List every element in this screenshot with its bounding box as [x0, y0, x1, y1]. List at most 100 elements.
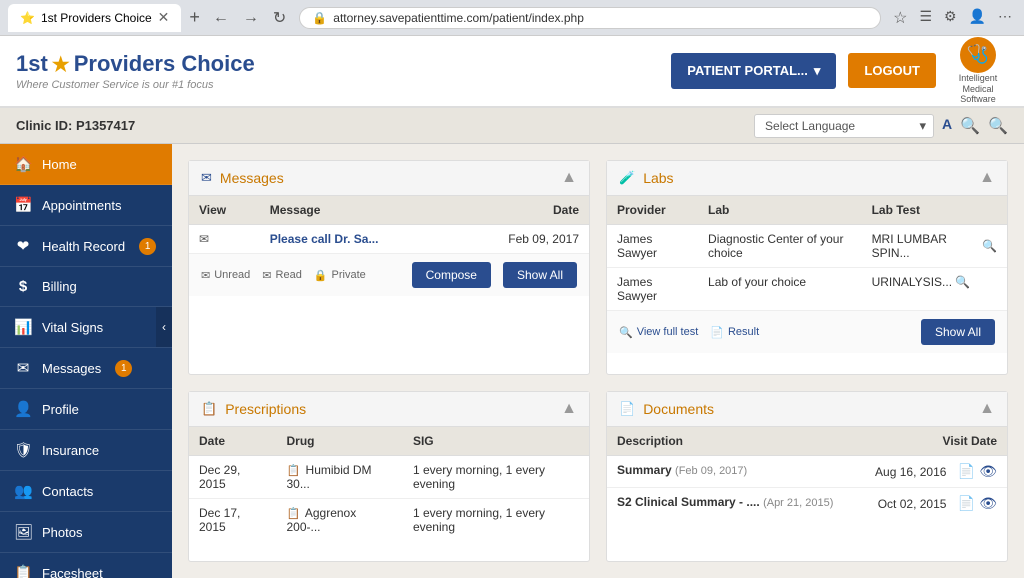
labs-show-all-button[interactable]: Show All: [921, 319, 995, 345]
result-icon: 📄: [710, 326, 724, 339]
more-icon[interactable]: ⋯: [994, 6, 1016, 30]
clinic-bar-right: Select Language English Spanish French A…: [754, 114, 1008, 138]
lock-icon: 🔒: [314, 269, 328, 282]
sidebar-item-health-record[interactable]: ❤ Health Record 1: [0, 226, 172, 267]
sidebar-appointments-label: Appointments: [42, 198, 122, 213]
table-row: ✉ Please call Dr. Sa... Feb 09, 2017: [189, 225, 589, 254]
messages-message-link[interactable]: Please call Dr. Sa...: [260, 225, 453, 254]
sidebar-item-photos[interactable]: 🖼 Photos: [0, 512, 172, 553]
sidebar-item-profile[interactable]: 👤 Profile: [0, 389, 172, 430]
labs-table: Provider Lab Lab Test James Sawyer Diagn…: [607, 196, 1007, 310]
prescriptions-collapse-icon[interactable]: ▲: [561, 400, 577, 418]
new-tab-icon[interactable]: +: [189, 7, 200, 28]
rx-col-date: Date: [189, 427, 276, 456]
address-bar[interactable]: 🔒 attorney.savepatienttime.com/patient/i…: [299, 7, 881, 29]
doc-description-2: S2 Clinical Summary - .... (Apr 21, 2015…: [607, 487, 857, 519]
doc-view-icon-1[interactable]: 👁: [979, 463, 997, 480]
vital-signs-icon: 📊: [14, 318, 32, 336]
messages-card: ✉ Messages ▲ View Message Date: [188, 160, 590, 375]
doc-file-icon-1[interactable]: 📄: [958, 463, 975, 480]
portal-chevron-icon: ▾: [814, 63, 821, 79]
logo-star-icon: ★: [52, 52, 70, 77]
labs-collapse-icon[interactable]: ▲: [979, 169, 995, 187]
labs-card-title: 🧪 Labs: [619, 170, 674, 186]
forward-button[interactable]: →: [238, 7, 264, 29]
billing-icon: $: [14, 278, 32, 295]
rx-sig-2: 1 every morning, 1 every evening: [403, 498, 589, 541]
doc-view-icon-2[interactable]: 👁: [979, 495, 997, 512]
doc-visit-date-2: Oct 02, 2015 📄 👁: [857, 487, 1007, 519]
labs-col-test: Lab Test: [862, 196, 1007, 225]
messages-collapse-icon[interactable]: ▲: [561, 169, 577, 187]
lab-search-icon-1[interactable]: 🔍: [982, 239, 997, 253]
sidebar-item-insurance[interactable]: 🛡 Insurance: [0, 430, 172, 471]
result-link[interactable]: 📄 Result: [710, 326, 759, 339]
documents-card: 📄 Documents ▲ Description Visit Date: [606, 391, 1008, 563]
prescriptions-card-header: 📋 Prescriptions ▲: [189, 392, 589, 427]
rx-drug-1: 📋 Humibid DM 30...: [276, 455, 402, 498]
search2-icon[interactable]: 🔍: [988, 116, 1008, 136]
search-icon[interactable]: 🔍: [960, 116, 980, 136]
private-label: 🔒 Private: [314, 269, 366, 282]
browser-tab[interactable]: ⭐ 1st Providers Choice ✕: [8, 4, 181, 32]
patient-portal-button[interactable]: PATIENT PORTAL... ▾: [671, 53, 836, 89]
lab-name-2: Lab of your choice: [698, 268, 862, 311]
logo-name: Providers Choice: [74, 51, 255, 77]
labs-card: 🧪 Labs ▲ Provider Lab Lab Test: [606, 160, 1008, 375]
documents-card-body: Description Visit Date Summary (Feb 09, …: [607, 427, 1007, 519]
sidebar-item-billing[interactable]: $ Billing: [0, 267, 172, 307]
font-size-icon[interactable]: A: [942, 116, 952, 136]
documents-collapse-icon[interactable]: ▲: [979, 400, 995, 418]
settings-icon[interactable]: ⚙: [940, 6, 961, 30]
sidebar-item-messages[interactable]: ✉ Messages 1: [0, 348, 172, 389]
sidebar-profile-label: Profile: [42, 402, 79, 417]
messages-card-title: ✉ Messages: [201, 170, 284, 186]
language-select[interactable]: Select Language English Spanish French: [754, 114, 934, 138]
collapse-icon[interactable]: ‹: [156, 307, 172, 347]
logout-button[interactable]: LOGOUT: [848, 53, 936, 88]
table-row: Summary (Feb 09, 2017) Aug 16, 2016 📄 👁: [607, 455, 1007, 487]
menu-icon[interactable]: ☰: [915, 6, 936, 30]
home-icon: 🏠: [14, 155, 32, 173]
messages-badge: 1: [115, 360, 132, 377]
profile-icon[interactable]: 👤: [965, 6, 990, 30]
sidebar-item-home[interactable]: 🏠 Home: [0, 144, 172, 185]
rx-date-2: Dec 17, 2015: [189, 498, 276, 541]
sidebar-item-contacts[interactable]: 👥 Contacts: [0, 471, 172, 512]
back-button[interactable]: ←: [208, 7, 234, 29]
profile-icon: 👤: [14, 400, 32, 418]
logo-area: 1st ★ Providers Choice Where Customer Se…: [16, 51, 671, 91]
sidebar-facesheet-label: Facesheet: [42, 566, 103, 578]
lab-test-1: MRI LUMBAR SPIN... 🔍: [862, 225, 1007, 268]
compose-button[interactable]: Compose: [412, 262, 491, 288]
sidebar-item-facesheet[interactable]: 📋 Facesheet: [0, 553, 172, 578]
unread-label: ✉ Unread: [201, 269, 250, 282]
documents-card-title: 📄 Documents: [619, 401, 714, 417]
tab-close-icon[interactable]: ✕: [158, 9, 170, 26]
sidebar-health-record-label: Health Record: [42, 239, 125, 254]
portal-label: PATIENT PORTAL...: [687, 63, 808, 78]
doc-actions-1: 📄 👁: [958, 463, 997, 480]
doc-col-description: Description: [607, 427, 857, 456]
view-full-test-icon: 🔍: [619, 326, 633, 339]
unread-icon: ✉: [201, 269, 210, 282]
sidebar-item-appointments[interactable]: 📅 Appointments: [0, 185, 172, 226]
messages-show-all-button[interactable]: Show All: [503, 262, 577, 288]
view-full-test-link[interactable]: 🔍 View full test: [619, 326, 698, 339]
messages-col-view: View: [189, 196, 260, 225]
language-selector-wrapper: Select Language English Spanish French: [754, 114, 934, 138]
url-text: attorney.savepatienttime.com/patient/ind…: [333, 11, 584, 25]
rx-col-drug: Drug: [276, 427, 402, 456]
browser-actions: ☆ ☰ ⚙ 👤 ⋯: [889, 6, 1016, 30]
health-record-icon: ❤: [14, 237, 32, 255]
table-row: Dec 17, 2015 📋 Aggrenox 200-... 1 every …: [189, 498, 589, 541]
doc-file-icon-2[interactable]: 📄: [958, 495, 975, 512]
prescriptions-title-text: Prescriptions: [225, 401, 306, 417]
messages-col-date: Date: [453, 196, 589, 225]
browser-nav: ← → ↻: [208, 6, 291, 30]
lab-search-icon-2[interactable]: 🔍: [955, 275, 970, 289]
reload-button[interactable]: ↻: [268, 6, 291, 30]
sidebar-billing-label: Billing: [42, 279, 77, 294]
bookmark-icon[interactable]: ☆: [889, 6, 911, 30]
sidebar-item-vital-signs[interactable]: 📊 Vital Signs ‹: [0, 307, 172, 348]
